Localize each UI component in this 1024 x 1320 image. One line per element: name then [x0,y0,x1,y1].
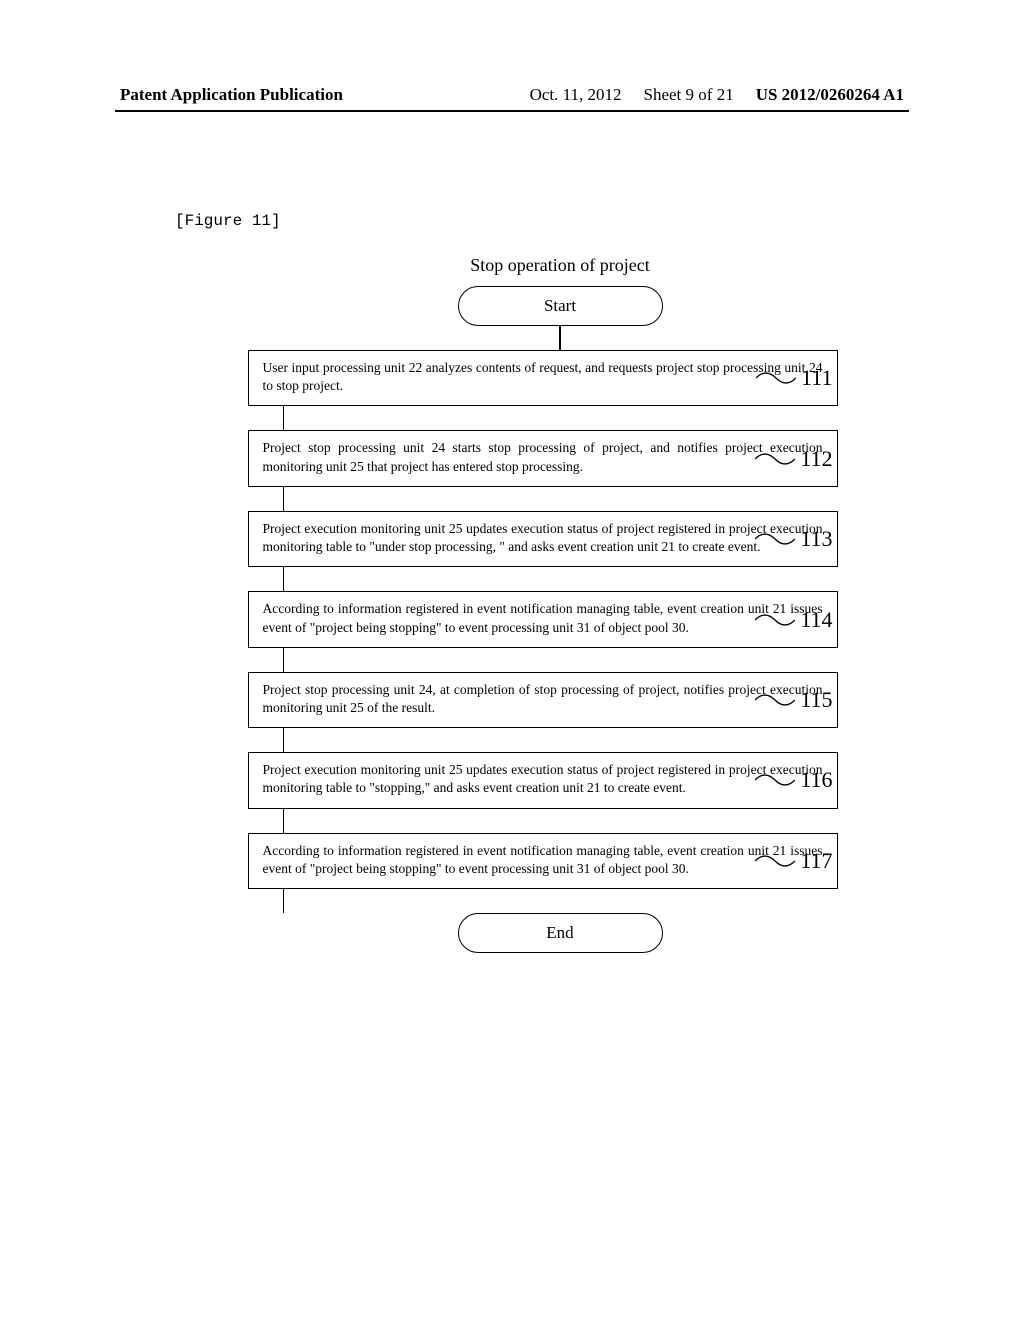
header-rule [115,110,909,112]
publication-date: Oct. 11, 2012 [530,85,622,105]
publication-label: Patent Application Publication [120,85,343,105]
flow-step: According to information registered in e… [153,833,838,889]
flow-step-callout: 117 [755,848,832,874]
flow-step-callout: 112 [755,446,832,472]
callout-line-icon [755,688,795,712]
flow-arrow [283,648,285,672]
callout-line-icon [755,527,795,551]
flow-step: Project execution monitoring unit 25 upd… [153,752,838,808]
flow-step-number: 115 [800,687,832,713]
chart-title: Stop operation of project [250,255,870,276]
flow-step-number: 114 [800,607,832,633]
flowchart-body: Start User input processing unit 22 anal… [120,286,870,953]
publication-number: US 2012/0260264 A1 [756,85,904,105]
flow-arrow [283,406,285,430]
callout-line-icon [756,366,796,390]
page-header: Patent Application Publication Oct. 11, … [0,85,1024,105]
flow-step-box: According to information registered in e… [248,833,838,889]
flow-step-box: Project stop processing unit 24 starts s… [248,430,838,486]
flow-step-box: According to information registered in e… [248,591,838,647]
flow-step: Project execution monitoring unit 25 upd… [153,511,838,567]
flow-arrow [283,809,285,833]
flow-step-box: Project stop processing unit 24, at comp… [248,672,838,728]
header-right-group: Oct. 11, 2012 Sheet 9 of 21 US 2012/0260… [530,85,904,105]
flow-step-callout: 116 [755,767,832,793]
callout-line-icon [755,608,795,632]
flow-step-number: 116 [800,767,832,793]
flow-step-callout: 114 [755,607,832,633]
flow-step: User input processing unit 22 analyzes c… [153,350,838,406]
callout-line-icon [755,768,795,792]
flow-step-callout: 113 [755,526,832,552]
callout-line-icon [755,447,795,471]
sheet-number: Sheet 9 of 21 [644,85,734,105]
figure-label: [Figure 11] [175,212,281,230]
flow-arrow [559,326,561,350]
start-terminator: Start [458,286,663,326]
flow-step-number: 117 [800,848,832,874]
end-terminator: End [458,913,663,953]
flow-step-number: 111 [801,365,832,391]
callout-line-icon [755,849,795,873]
flow-arrow [283,567,285,591]
flow-arrow [283,487,285,511]
flow-step-number: 112 [800,446,832,472]
flow-arrow [283,889,285,913]
flow-step-box: User input processing unit 22 analyzes c… [248,350,838,406]
flow-arrow [283,728,285,752]
end-label: End [546,923,573,943]
flow-step-number: 113 [800,526,832,552]
flow-step-callout: 111 [756,365,832,391]
flowchart-diagram: Stop operation of project Start User inp… [120,255,870,953]
start-label: Start [544,296,576,316]
flow-step-callout: 115 [755,687,832,713]
flow-step: Project stop processing unit 24, at comp… [153,672,838,728]
flow-step-box: Project execution monitoring unit 25 upd… [248,511,838,567]
flow-step: According to information registered in e… [153,591,838,647]
flow-step: Project stop processing unit 24 starts s… [153,430,838,486]
flow-step-box: Project execution monitoring unit 25 upd… [248,752,838,808]
